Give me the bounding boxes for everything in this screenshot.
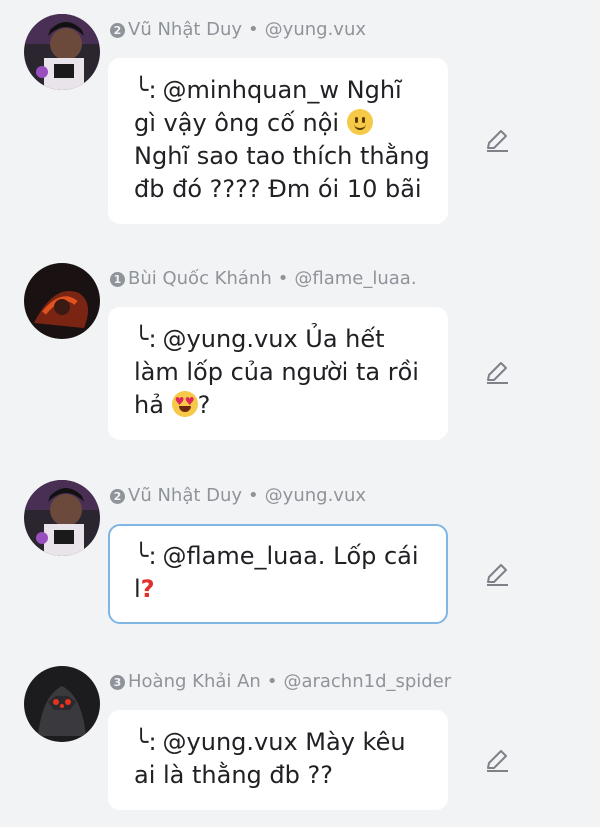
author-name[interactable]: Hoàng Khải An: [128, 671, 261, 692]
rank-badge: 2: [110, 23, 125, 38]
comment-bubble: ╰: @minhquan_w Nghĩ gì vậy ông cố nội Ngh…: [108, 58, 448, 224]
pencil-icon[interactable]: [484, 360, 510, 386]
author-handle[interactable]: @yung.vux: [265, 485, 366, 506]
reply-indicator: ╰:: [134, 76, 157, 104]
reply-indicator: ╰:: [134, 728, 157, 756]
avatar[interactable]: [24, 666, 100, 742]
comment-bubble: ╰: @yung.vux Mày kêu ai là thằng đb ??: [108, 710, 448, 810]
meta-separator: •: [266, 671, 278, 692]
reply-indicator: ╰:: [134, 542, 157, 570]
pencil-icon[interactable]: [484, 562, 510, 588]
pencil-icon[interactable]: [484, 748, 510, 774]
meta-separator: •: [277, 268, 289, 289]
author-name[interactable]: Vũ Nhật Duy: [128, 485, 242, 506]
comment-text: @yung.vux Mày kêu ai là thằng đb ??: [134, 728, 406, 789]
comment-meta: 2 Vũ Nhật Duy • @yung.vux: [110, 480, 366, 512]
author-handle[interactable]: @flame_luaa.: [294, 268, 416, 289]
meta-separator: •: [248, 19, 259, 40]
pencil-icon[interactable]: [484, 128, 510, 154]
heart-eyes-face-icon: ♥ ♥: [171, 391, 198, 417]
comment-text-continued: ?: [197, 391, 211, 419]
slightly-smiling-face-icon: [346, 109, 373, 135]
comment-text-continued: Nghĩ sao tao thích thằng đb đó ???? Đm ó…: [134, 142, 430, 203]
comment-text: @flame_luaa. Lốp cái l: [134, 542, 419, 603]
avatar[interactable]: [24, 480, 100, 556]
rank-badge: 2: [110, 489, 125, 504]
author-name[interactable]: Vũ Nhật Duy: [128, 19, 242, 40]
red-question-mark-icon: ?: [140, 575, 155, 603]
comment-meta: 1 Bùi Quốc Khánh • @flame_luaa.: [110, 263, 417, 295]
avatar[interactable]: [24, 263, 100, 339]
comment-bubble-highlighted: ╰: @flame_luaa. Lốp cái l?: [108, 524, 448, 624]
rank-badge: 3: [110, 675, 125, 690]
author-handle[interactable]: @yung.vux: [265, 19, 366, 40]
reply-indicator: ╰:: [134, 325, 157, 353]
avatar[interactable]: [24, 14, 100, 90]
comment-meta: 2 Vũ Nhật Duy • @yung.vux: [110, 14, 366, 46]
meta-separator: •: [248, 485, 259, 506]
author-handle[interactable]: @arachn1d_spider: [283, 671, 451, 692]
author-name[interactable]: Bùi Quốc Khánh: [128, 268, 272, 289]
rank-badge: 1: [110, 272, 125, 287]
comment-bubble: ╰: @yung.vux Ủa hết làm lốp của người ta …: [108, 307, 448, 440]
comment-meta: 3 Hoàng Khải An • @arachn1d_spider: [110, 666, 451, 698]
